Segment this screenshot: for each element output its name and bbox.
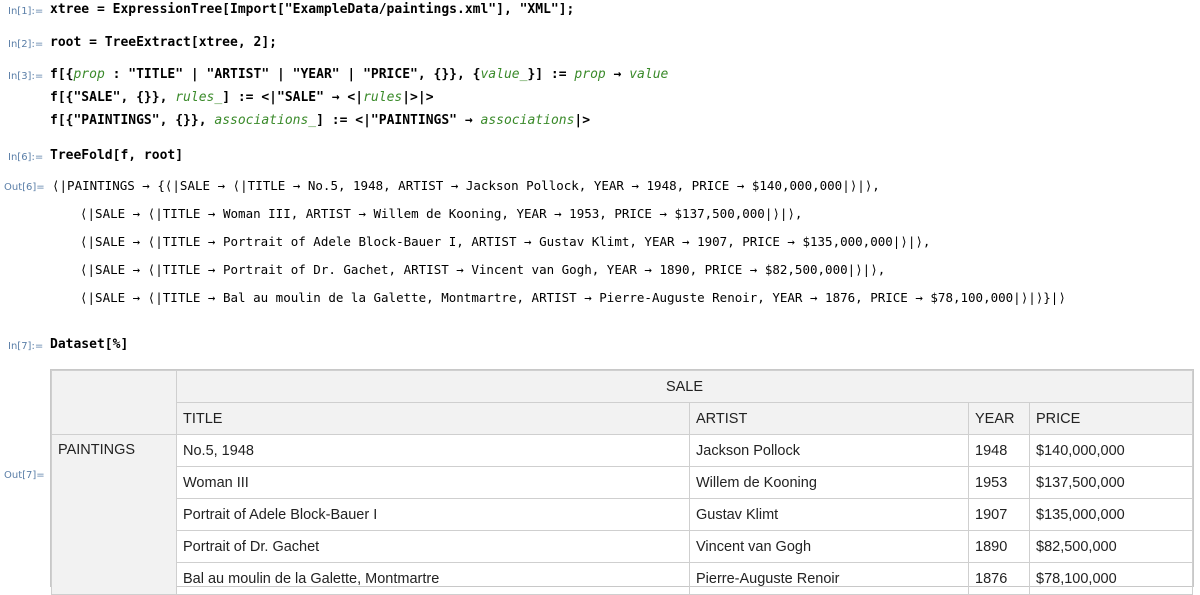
code-token: f[{"PAINTINGS", {}}, bbox=[50, 113, 215, 128]
cell-artist[interactable]: Pierre-Auguste Renoir bbox=[689, 562, 969, 595]
input-label-7: In[7]:= bbox=[8, 341, 44, 352]
table-row: PAINTINGS No.5, 1948 Jackson Pollock 194… bbox=[51, 434, 1193, 595]
input-cell-6[interactable]: TreeFold[f, root] bbox=[50, 148, 183, 163]
pattern-variable: rules bbox=[363, 90, 403, 105]
input-label-6: In[6]:= bbox=[8, 152, 44, 163]
corner-cell bbox=[51, 370, 177, 435]
cell-artist[interactable]: Willem de Kooning bbox=[689, 466, 969, 499]
cell-title[interactable]: Portrait of Adele Block-Bauer I bbox=[176, 498, 690, 531]
input-label-1: In[1]:= bbox=[8, 6, 44, 17]
column-header-year[interactable]: YEAR bbox=[968, 402, 1030, 435]
cell-title[interactable]: No.5, 1948 bbox=[176, 434, 690, 467]
input-cell-2[interactable]: root = TreeExtract[xtree, 2]; bbox=[50, 35, 277, 50]
cell-title[interactable]: Portrait of Dr. Gachet bbox=[176, 530, 690, 563]
table-row: Portrait of Adele Block-Bauer I Gustav K… bbox=[52, 498, 1193, 531]
input-cell-7[interactable]: Dataset[%] bbox=[50, 337, 128, 352]
input-label-3: In[3]:= bbox=[8, 71, 44, 82]
output-label-6: Out[6]= bbox=[4, 182, 45, 193]
code-line: f[{"SALE", {}}, rules_] := <|"SALE" → <|… bbox=[50, 90, 434, 105]
input-label-2: In[2]:= bbox=[8, 39, 44, 50]
pattern-variable: prop bbox=[73, 67, 105, 82]
code-token: f[{"SALE", {}}, bbox=[50, 90, 176, 105]
cell-artist[interactable]: Jackson Pollock bbox=[689, 434, 969, 467]
output-line: ⟨|SALE → ⟨|TITLE → Woman III, ARTIST → W… bbox=[80, 206, 803, 221]
code-token: }] := bbox=[527, 67, 575, 82]
cell-artist[interactable]: Vincent van Gogh bbox=[689, 530, 969, 563]
cell-title[interactable]: Woman III bbox=[176, 466, 690, 499]
cell-price[interactable]: $82,500,000 bbox=[1029, 530, 1193, 563]
cell-artist[interactable]: Gustav Klimt bbox=[689, 498, 969, 531]
code-token: |>|> bbox=[402, 90, 434, 105]
code-token: f[{ bbox=[50, 67, 74, 82]
cell-year[interactable]: 1907 bbox=[968, 498, 1030, 531]
output-line: ⟨|PAINTINGS → {⟨|SALE → ⟨|TITLE → No.5, … bbox=[52, 178, 880, 193]
cell-price[interactable]: $137,500,000 bbox=[1029, 466, 1193, 499]
table-row: Woman III Willem de Kooning 1953 $137,50… bbox=[52, 466, 1193, 499]
column-group-header-sale[interactable]: SALE bbox=[176, 370, 1193, 403]
code-token: → bbox=[605, 67, 630, 82]
table-row: Portrait of Dr. Gachet Vincent van Gogh … bbox=[52, 530, 1193, 563]
output-line: ⟨|SALE → ⟨|TITLE → Portrait of Dr. Gache… bbox=[80, 262, 886, 277]
column-header-artist[interactable]: ARTIST bbox=[689, 402, 969, 435]
code-token: : "TITLE" | "ARTIST" | "YEAR" | "PRICE",… bbox=[104, 67, 481, 82]
pattern-variable: associations_ bbox=[214, 113, 317, 128]
cell-price[interactable]: $140,000,000 bbox=[1029, 434, 1193, 467]
pattern-variable: associations bbox=[480, 113, 575, 128]
cell-year[interactable]: 1953 bbox=[968, 466, 1030, 499]
pattern-variable: value bbox=[629, 67, 669, 82]
code-line: f[{prop : "TITLE" | "ARTIST" | "YEAR" | … bbox=[50, 67, 668, 82]
pattern-variable: value_ bbox=[480, 67, 528, 82]
cell-year[interactable]: 1948 bbox=[968, 434, 1030, 467]
code-token: |> bbox=[574, 113, 591, 128]
cell-price[interactable]: $78,100,000 bbox=[1029, 562, 1193, 595]
output-line: ⟨|SALE → ⟨|TITLE → Bal au moulin de la G… bbox=[80, 290, 1066, 305]
output-label-7: Out[7]= bbox=[4, 470, 45, 481]
column-header-price[interactable]: PRICE bbox=[1029, 402, 1193, 435]
code-line: f[{"PAINTINGS", {}}, associations_] := <… bbox=[50, 113, 590, 128]
column-header-title[interactable]: TITLE bbox=[176, 402, 690, 435]
dataset-table[interactable]: SALE TITLE ARTIST YEAR PRICE PAINTINGS N… bbox=[50, 369, 1194, 595]
pattern-variable: prop bbox=[574, 67, 606, 82]
output-line: ⟨|SALE → ⟨|TITLE → Portrait of Adele Blo… bbox=[80, 234, 931, 249]
row-header-paintings[interactable]: PAINTINGS bbox=[51, 434, 177, 595]
table-row: Bal au moulin de la Galette, Montmartre … bbox=[52, 562, 1193, 595]
cell-price[interactable]: $135,000,000 bbox=[1029, 498, 1193, 531]
code-token: ] := <|"PAINTINGS" → bbox=[316, 113, 481, 128]
cell-title[interactable]: Bal au moulin de la Galette, Montmartre bbox=[176, 562, 690, 595]
cell-year[interactable]: 1890 bbox=[968, 530, 1030, 563]
cell-year[interactable]: 1876 bbox=[968, 562, 1030, 595]
code-token: ] := <|"SALE" → <| bbox=[222, 90, 364, 105]
pattern-variable: rules_ bbox=[175, 90, 223, 105]
input-cell-1[interactable]: xtree = ExpressionTree[Import["ExampleDa… bbox=[50, 2, 574, 17]
